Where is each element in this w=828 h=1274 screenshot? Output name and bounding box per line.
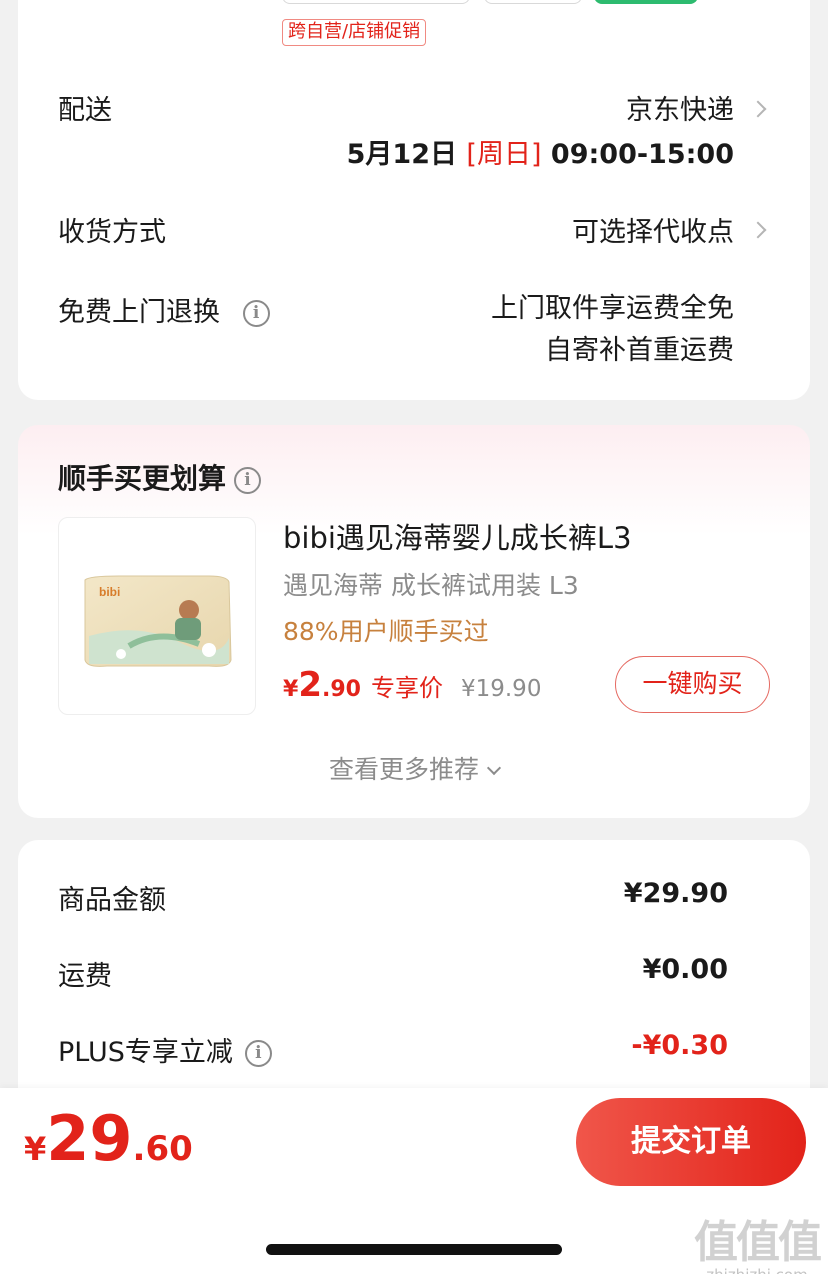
product-thumbnail[interactable]: bibi [58, 517, 256, 715]
free-return-row: 免费上门退换 i [58, 290, 270, 329]
price-yen: ¥ [283, 677, 299, 702]
info-icon[interactable]: i [242, 300, 270, 327]
info-icon[interactable]: i [244, 1040, 272, 1067]
price-decimal: .90 [321, 677, 361, 702]
see-more-label: 查看更多推荐 [328, 755, 479, 784]
receive-method-label: 收货方式 [58, 217, 166, 248]
home-indicator-area: 值值值 zhizhizhi.com [0, 1198, 828, 1274]
chevron-right-icon[interactable] [749, 100, 767, 118]
total-price: ¥29.60 [24, 1102, 193, 1175]
watermark-url: zhizhizhi.com [694, 1266, 820, 1274]
tag-stub [282, 0, 470, 4]
one-click-buy-button[interactable]: 一键购买 [615, 656, 770, 713]
product-price: ¥2.90 专享价 ¥19.90 [283, 665, 541, 705]
receive-method-value[interactable]: 可选择代收点 [572, 210, 734, 249]
delivery-time-slot: 09:00-15:00 [550, 139, 734, 170]
plus-discount-row: PLUS专享立减 i [58, 1030, 272, 1069]
return-policy-line2: 自寄补首重运费 [545, 335, 734, 366]
see-more-recommendations[interactable]: 查看更多推荐 [18, 750, 810, 786]
delivery-card: 跨自营/店铺促销 配送 京东快递 5月12日 [周日] 09:00-15:00 … [18, 0, 810, 400]
recommend-card: 顺手买更划算 i bibi bibi遇见海蒂婴儿成长裤L3 遇见海蒂 成长裤试用装… [18, 425, 810, 818]
shipping-fee-label: 运费 [58, 961, 112, 992]
return-policy-line1: 上门取件享运费全免 [491, 293, 734, 324]
checkout-bar: ¥29.60 提交订单 [0, 1088, 828, 1198]
info-icon[interactable]: i [234, 466, 262, 494]
free-return-label: 免费上门退换 [58, 297, 220, 328]
shipping-label: 配送 [58, 95, 112, 126]
tag-stub [484, 0, 582, 4]
delivery-weekday: [周日] [466, 139, 542, 170]
promo-tag: 跨自营/店铺促销 [282, 19, 427, 46]
brand-logo: bibi [99, 585, 120, 599]
chevron-down-icon [486, 760, 502, 776]
diaper-pack-image: bibi [84, 575, 232, 667]
total-decimal: .60 [132, 1129, 193, 1169]
watermark: 值值值 zhizhizhi.com [694, 1206, 822, 1274]
delivery-date: 5月12日 [346, 139, 458, 170]
exclusive-price-tag: 专享价 [370, 674, 443, 702]
shipping-value[interactable]: 京东快递 [626, 88, 734, 127]
plus-discount-value: -¥0.30 [631, 1030, 728, 1061]
plus-discount-label: PLUS专享立减 [58, 1037, 233, 1068]
delivery-time[interactable]: 5月12日 [周日] 09:00-15:00 [347, 132, 734, 171]
product-name[interactable]: bibi遇见海蒂婴儿成长裤L3 [283, 515, 632, 557]
goods-amount-value: ¥29.90 [623, 878, 728, 909]
service-tag-green [594, 0, 698, 4]
chevron-right-icon[interactable] [749, 221, 767, 239]
recommend-title: 顺手买更划算 [58, 462, 227, 495]
price-integer: 2 [298, 665, 322, 705]
submit-order-button[interactable]: 提交订单 [576, 1098, 806, 1186]
home-indicator[interactable] [266, 1244, 562, 1255]
shipping-fee-value: ¥0.00 [642, 954, 728, 985]
top-tags-row [18, 0, 810, 8]
total-yen: ¥ [24, 1130, 47, 1168]
buy-rate-text: 88%用户顺手买过 [283, 617, 489, 646]
total-integer: 29 [46, 1102, 133, 1175]
original-price: ¥19.90 [460, 676, 542, 702]
watermark-logo: 值值值 [694, 1217, 822, 1268]
product-subtitle: 遇见海蒂 成长裤试用装 L3 [283, 571, 579, 600]
goods-amount-label: 商品金额 [58, 885, 166, 916]
recommend-title-row: 顺手买更划算 i [58, 457, 262, 497]
